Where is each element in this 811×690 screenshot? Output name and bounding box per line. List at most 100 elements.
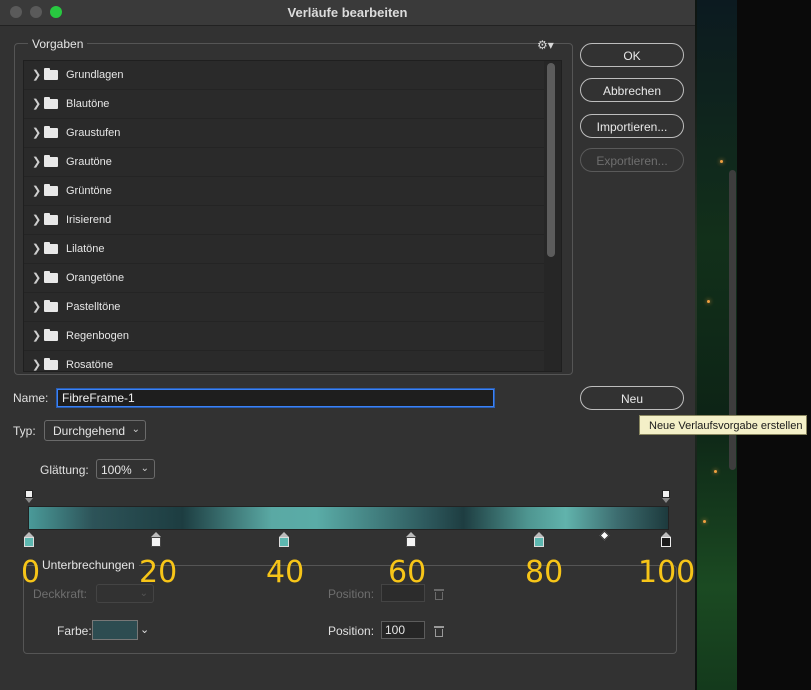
folder-icon [44,68,58,80]
chevron-right-icon[interactable]: ❯ [32,68,41,81]
preset-folder-label: Grautöne [66,156,112,168]
stops-group [23,565,677,654]
folder-icon [44,271,58,283]
chevron-right-icon[interactable]: ❯ [32,271,41,284]
preset-folder-label: Lilatöne [66,243,105,255]
folder-icon [44,184,58,196]
overlay-label-80: 80 [525,555,564,590]
folder-icon [44,242,58,254]
midpoint-diamond[interactable] [599,530,610,541]
cancel-button[interactable]: Abbrechen [580,78,684,102]
chevron-right-icon[interactable]: ❯ [32,126,41,139]
preset-folder[interactable]: ❯ Rosatöne [24,351,544,371]
folder-icon [44,300,58,312]
color-stop[interactable] [279,537,289,547]
preset-folder[interactable]: ❯ Lilatöne [24,235,544,264]
presets-scrollbar[interactable] [547,63,555,257]
background-light [714,470,717,473]
presets-list: ❯ Grundlagen ❯ Blautöne ❯ Graustufen ❯ G… [23,60,562,372]
folder-icon [44,97,58,109]
preset-folder[interactable]: ❯ Grundlagen [24,61,544,90]
stops-label: Unterbrechungen [38,558,139,572]
type-label: Typ: [13,424,36,438]
preset-folder-label: Rosatöne [66,359,114,371]
import-button[interactable]: Importieren... [580,114,684,138]
preset-folder[interactable]: ❯ Irisierend [24,206,544,235]
overlay-label-100: 100 [638,555,696,590]
preset-folder[interactable]: ❯ Graustufen [24,119,544,148]
chevron-right-icon[interactable]: ❯ [32,358,41,371]
folder-icon [44,213,58,225]
chevron-right-icon[interactable]: ❯ [32,213,41,226]
folder-icon [44,126,58,138]
gradient-preview-bar[interactable] [28,506,669,530]
chevron-right-icon[interactable]: ❯ [32,184,41,197]
chevron-down-icon: ⌄ [140,463,149,474]
overlay-label-60: 60 [388,555,427,590]
gradient-editor-dialog: Verläufe bearbeiten Vorgaben ⚙▾ ❯ Grundl… [0,0,695,690]
presets-settings-gear-icon[interactable]: ⚙▾ [537,38,554,52]
preset-folder-label: Grüntöne [66,185,112,197]
overlay-label-40: 40 [266,555,305,590]
smoothness-label: Glättung: [40,463,89,477]
opacity-stop-left[interactable] [25,490,33,498]
opacity-stop-pointer [25,498,33,503]
overlay-label-0: 0 [21,555,41,590]
name-label: Name: [13,391,49,405]
color-label: Farbe: [57,624,92,638]
preset-folder[interactable]: ❯ Grautöne [24,148,544,177]
presets-label: Vorgaben [28,37,88,51]
chevron-down-icon: ⌄ [131,424,140,435]
preset-folder[interactable]: ❯ Blautöne [24,90,544,119]
opacity-position-label: Position: [328,587,375,601]
preset-folder[interactable]: ❯ Grüntöne [24,177,544,206]
delete-opacity-stop-icon[interactable] [434,589,444,600]
chevron-down-icon[interactable]: ⌄ [140,623,149,636]
delete-color-stop-icon[interactable] [434,626,444,637]
preset-folder-label: Regenbogen [66,330,130,342]
background-light [720,160,723,163]
color-stop[interactable] [406,537,416,547]
overlay-label-20: 20 [139,555,178,590]
opacity-stop-right[interactable] [662,490,670,498]
name-input[interactable]: FibreFrame-1 [57,389,494,407]
chevron-right-icon[interactable]: ❯ [32,97,41,110]
preset-folder[interactable]: ❯ Orangetöne [24,264,544,293]
color-stop[interactable] [534,537,544,547]
chevron-right-icon[interactable]: ❯ [32,155,41,168]
new-preset-tooltip: Neue Verlaufsvorgabe erstellen [639,415,807,435]
preset-folder-label: Pastelltöne [66,301,121,313]
color-position-input[interactable]: 100 [381,621,425,639]
preset-folder[interactable]: ❯ Regenbogen [24,322,544,351]
window-title: Verläufe bearbeiten [287,5,408,20]
preset-folder[interactable]: ❯ Pastelltöne [24,293,544,322]
chevron-right-icon[interactable]: ❯ [32,329,41,342]
preset-folder-label: Graustufen [66,127,121,139]
preset-folder-label: Grundlagen [66,69,124,81]
folder-icon [44,358,58,370]
color-swatch[interactable] [92,620,138,640]
new-preset-button[interactable]: Neu [580,386,684,410]
title-bar: Verläufe bearbeiten [0,0,695,26]
type-select-value: Durchgehend [53,424,126,438]
ok-button[interactable]: OK [580,43,684,67]
chevron-right-icon[interactable]: ❯ [32,300,41,313]
background-dark-area [737,0,811,690]
folder-icon [44,155,58,167]
color-stop-selected[interactable] [661,537,671,547]
type-select[interactable]: Durchgehend ⌄ [44,420,146,441]
folder-icon [44,329,58,341]
chevron-right-icon[interactable]: ❯ [32,242,41,255]
background-light [703,520,706,523]
color-position-label: Position: [328,624,375,638]
preset-folder-label: Blautöne [66,98,110,110]
preset-folder-label: Orangetöne [66,272,125,284]
smoothness-value: 100% [101,463,132,477]
smoothness-select[interactable]: 100% ⌄ [96,459,155,479]
opacity-stop-pointer [662,498,670,503]
export-button[interactable]: Exportieren... [580,148,684,172]
opacity-label: Deckkraft: [33,587,88,601]
color-stop[interactable] [24,537,34,547]
color-stop[interactable] [151,537,161,547]
background-light [707,300,710,303]
